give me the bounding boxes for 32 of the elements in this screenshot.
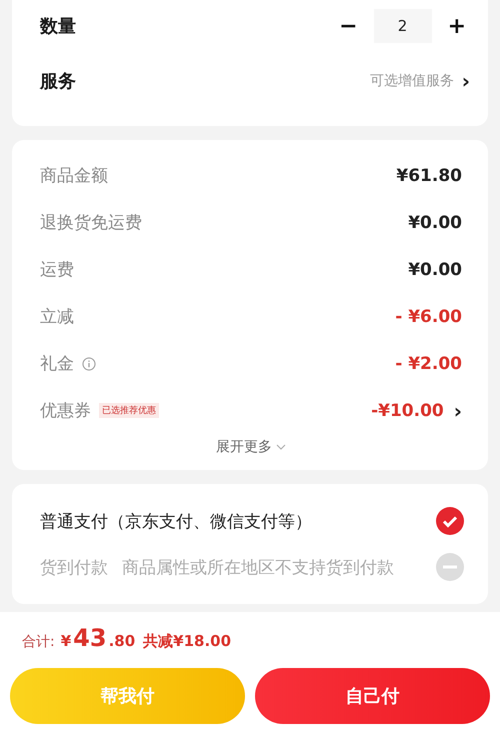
total-label: 合计:: [22, 633, 55, 651]
fee-value: - ¥6.00: [395, 306, 462, 326]
fee-value: - ¥2.00: [395, 354, 462, 374]
pay-button[interactable]: 自己付: [255, 668, 490, 724]
saved-amount: 共减¥18.00: [143, 632, 232, 651]
plus-button[interactable]: +: [444, 14, 470, 38]
service-label: 服务: [40, 70, 76, 93]
fee-value: -¥10.00: [371, 400, 444, 420]
chevron-down-icon[interactable]: [276, 444, 286, 450]
expand-more-link[interactable]: 展开更多: [216, 438, 272, 456]
total-amount: 43: [73, 624, 107, 652]
minus-button[interactable]: −: [335, 14, 362, 38]
fee-value: ¥0.00: [408, 212, 462, 232]
fee-label: 退换货免运费: [40, 212, 142, 234]
quantity-field[interactable]: 2: [374, 9, 432, 43]
info-icon[interactable]: [82, 356, 96, 370]
fee-label: 礼金: [40, 353, 74, 375]
coupon-tag: 已选推荐优惠: [99, 403, 159, 418]
fee-label: 优惠券: [40, 400, 91, 422]
quantity-label: 数量: [40, 15, 76, 38]
payment-option[interactable]: 普通支付（京东支付、微信支付等）: [40, 510, 312, 532]
fee-value: ¥0.00: [408, 260, 462, 280]
payment-note: 商品属性或所在地区不支持货到付款: [122, 556, 394, 578]
total-decimals: .80: [108, 632, 136, 650]
checked-radio[interactable]: [436, 507, 464, 535]
chevron-icon[interactable]: ›: [462, 71, 470, 91]
currency-sign: ¥: [60, 632, 72, 650]
chevron-icon[interactable]: ›: [454, 400, 462, 420]
fee-label: 运费: [40, 259, 74, 281]
fee-label: 立减: [40, 306, 74, 328]
fee-value: ¥61.80: [396, 166, 462, 186]
fee-label: 商品金额: [40, 165, 108, 187]
